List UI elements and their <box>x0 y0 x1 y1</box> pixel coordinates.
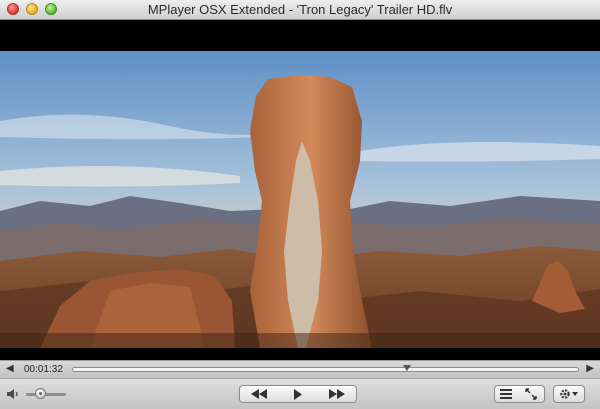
current-time: 00:01:32 <box>24 364 63 375</box>
volume-knob[interactable] <box>35 388 46 399</box>
playlist-button[interactable] <box>494 385 518 403</box>
fast-forward-icon <box>328 389 345 399</box>
seek-bar: ◀ 00:01:32 ▶ <box>0 360 600 378</box>
video-frame <box>0 51 600 348</box>
gear-icon <box>560 389 578 399</box>
triangle-left-icon[interactable]: ◀ <box>6 364 14 374</box>
video-area[interactable] <box>0 20 600 360</box>
seek-track[interactable] <box>72 367 579 372</box>
rewind-icon <box>251 389 267 399</box>
volume-track[interactable] <box>26 393 66 396</box>
window-title: MPlayer OSX Extended - 'Tron Legacy' Tra… <box>147 2 453 17</box>
fullscreen-icon <box>524 388 537 400</box>
fast-forward-button[interactable] <box>317 385 357 403</box>
player-window: MPlayer OSX Extended - 'Tron Legacy' Tra… <box>0 0 600 409</box>
settings-menu-button[interactable] <box>553 385 585 403</box>
play-icon <box>293 388 302 400</box>
seek-knob[interactable] <box>402 365 411 371</box>
rewind-button[interactable] <box>239 385 279 403</box>
triangle-right-icon[interactable]: ▶ <box>586 364 594 374</box>
control-bar <box>0 378 600 409</box>
playlist-icon <box>500 389 512 399</box>
fullscreen-button[interactable] <box>517 385 545 403</box>
play-button[interactable] <box>278 385 318 403</box>
title-bar[interactable]: MPlayer OSX Extended - 'Tron Legacy' Tra… <box>0 0 600 20</box>
speaker-icon[interactable] <box>6 387 20 401</box>
